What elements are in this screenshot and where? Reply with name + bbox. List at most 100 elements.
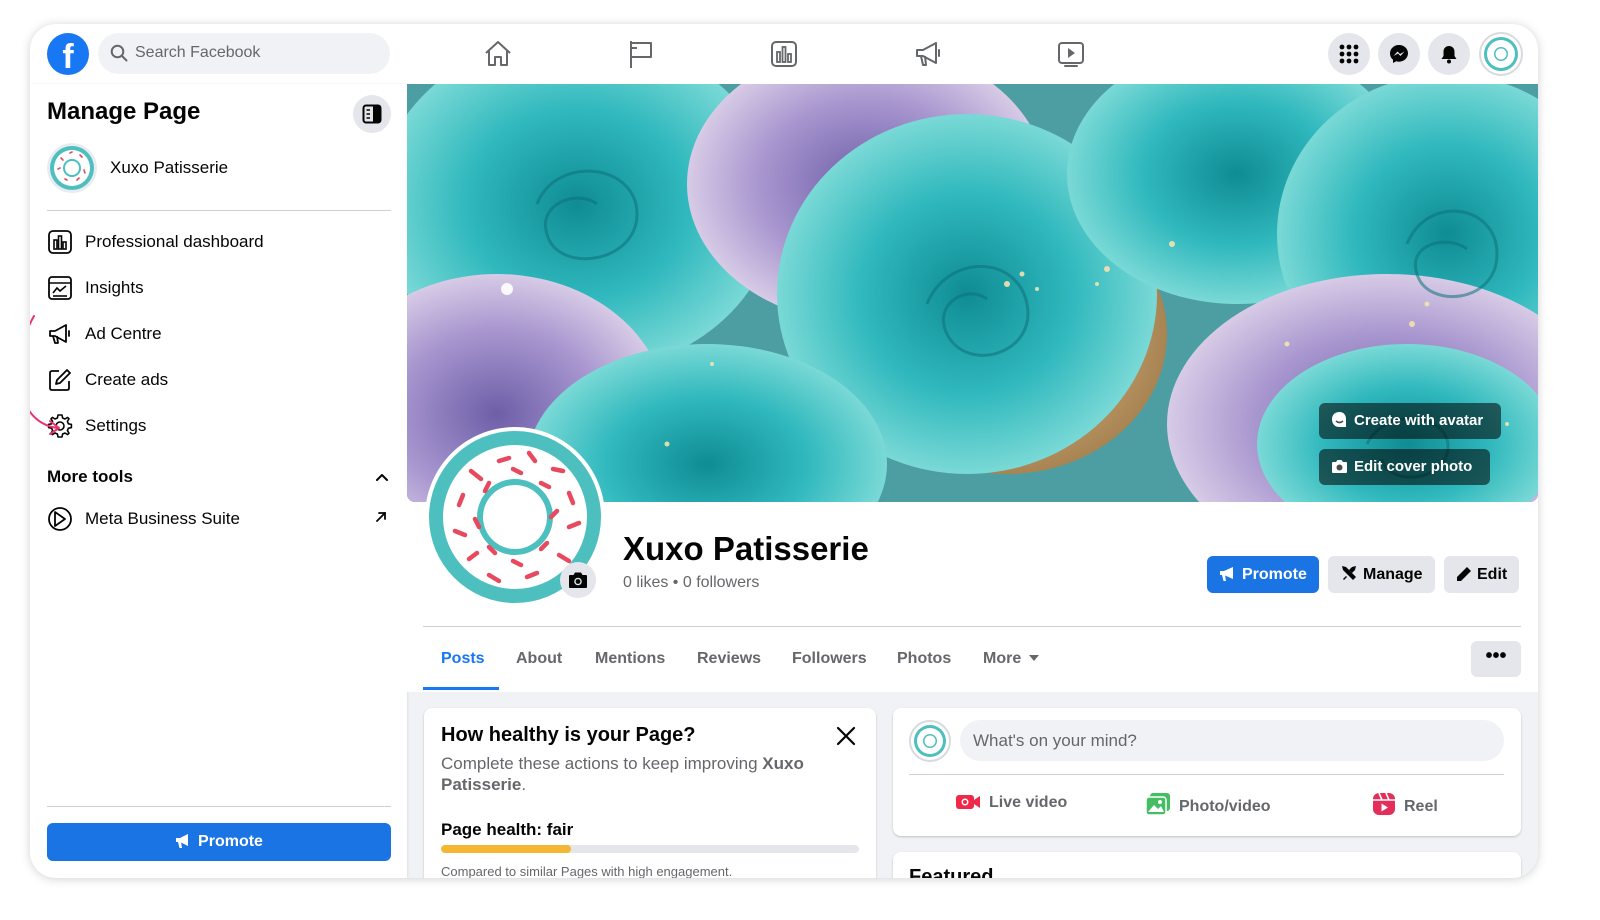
tab-photos[interactable]: Photos: [897, 643, 951, 691]
sidebar-item-create-ads[interactable]: Create ads: [47, 360, 391, 400]
live-video-label: Live video: [989, 794, 1068, 811]
search-bar[interactable]: Search Facebook: [98, 33, 390, 74]
page-health-title: How healthy is your Page?: [441, 724, 696, 746]
meta-business-icon: [48, 507, 72, 531]
messenger-button[interactable]: [1378, 33, 1420, 75]
tab-more[interactable]: More: [983, 643, 1040, 691]
flag-icon[interactable]: [625, 38, 657, 70]
camera-icon: [569, 572, 587, 588]
tab-about[interactable]: About: [516, 643, 562, 691]
sidebar-item-settings[interactable]: Settings: [47, 406, 391, 446]
dashboard-icon[interactable]: [768, 38, 800, 70]
sidebar-item-ad-centre[interactable]: Ad Centre: [47, 314, 391, 354]
sidebar-divider: [47, 806, 391, 807]
edit-cover-photo-label: Edit cover photo: [1354, 458, 1473, 475]
sidebar-item-label: Create ads: [85, 370, 169, 389]
dashboard-icon: [48, 230, 72, 254]
sidebar-item-professional-dashboard[interactable]: Professional dashboard: [47, 222, 391, 262]
sidebar-divider: [47, 210, 391, 211]
post-composer-card: What's on your mind? Live video Photo/vi…: [893, 708, 1521, 836]
home-icon[interactable]: [482, 38, 514, 70]
megaphone-icon: [176, 834, 189, 848]
more-tools-heading: More tools: [47, 467, 133, 486]
sidebar-promote-button[interactable]: Promote: [47, 823, 391, 861]
featured-card: Featured: [893, 852, 1521, 878]
edit-cover-photo-button[interactable]: Edit cover photo: [1319, 449, 1491, 485]
video-icon[interactable]: [1055, 38, 1087, 70]
page-health-desc-end: .: [521, 775, 527, 794]
tab-mentions[interactable]: Mentions: [595, 643, 665, 691]
pencil-icon: [1457, 567, 1471, 581]
megaphone-icon: [1220, 567, 1233, 581]
page-health-progress-fill: [441, 845, 571, 853]
photo-icon: [1145, 793, 1170, 816]
sidebar-page-name: Xuxo Patisserie: [110, 158, 229, 177]
sidebar-page-profile[interactable]: Xuxo Patisserie: [47, 142, 387, 194]
reel-label: Reel: [1404, 798, 1438, 815]
profile-avatar[interactable]: [1479, 32, 1523, 76]
camera-icon: [1332, 460, 1347, 473]
search-placeholder: Search Facebook: [135, 44, 261, 61]
insights-icon: [48, 276, 72, 300]
tab-more-label: More: [983, 650, 1022, 667]
tab-followers[interactable]: Followers: [792, 643, 867, 691]
top-navigation-bar: f Search Facebook: [30, 24, 1538, 84]
page-health-card: How healthy is your Page? Complete these…: [424, 708, 876, 878]
page-avatar: [47, 143, 97, 193]
edit-label: Edit: [1477, 566, 1508, 583]
notifications-button[interactable]: [1428, 33, 1470, 75]
sidebar-item-label: Professional dashboard: [85, 232, 264, 251]
donut-avatar-icon: [1484, 37, 1518, 71]
bell-icon: [1441, 46, 1457, 64]
manage-page-sidebar: Manage Page Xuxo Patisserie Professional…: [30, 84, 407, 878]
sidebar-item-label: Settings: [85, 416, 147, 435]
tab-posts[interactable]: Posts: [441, 643, 485, 691]
tools-icon: [1342, 566, 1356, 580]
create-with-avatar-label: Create with avatar: [1354, 412, 1484, 429]
search-icon: [110, 44, 128, 62]
composer-input[interactable]: What's on your mind?: [960, 720, 1504, 761]
page-title: Xuxo Patisserie: [623, 530, 869, 567]
menu-button[interactable]: [1328, 33, 1370, 75]
edit-button[interactable]: Edit: [1444, 556, 1520, 593]
avatar-icon: [1332, 412, 1346, 427]
promote-button[interactable]: Promote: [1207, 556, 1319, 593]
tabs-divider: [423, 626, 1521, 627]
annotation-arrow-icon: [30, 315, 60, 435]
chevron-up-icon[interactable]: [374, 469, 390, 485]
promote-label: Promote: [1242, 566, 1307, 583]
tab-reviews[interactable]: Reviews: [697, 643, 761, 691]
facebook-logo[interactable]: f: [47, 33, 89, 75]
photo-video-label: Photo/video: [1179, 798, 1271, 815]
sidebar-item-label: Ad Centre: [85, 324, 162, 343]
manage-button[interactable]: Manage: [1328, 556, 1435, 593]
panel-toggle-icon: [362, 104, 382, 124]
sidebar-item-label: Meta Business Suite: [85, 509, 240, 528]
page-health-description: Complete these actions to keep improving…: [441, 753, 841, 795]
sidebar-item-label: Insights: [85, 278, 144, 297]
reel-button[interactable]: Reel: [1372, 792, 1438, 816]
live-video-icon: [956, 795, 980, 809]
live-video-button[interactable]: Live video: [955, 792, 1067, 812]
megaphone-icon[interactable]: [912, 38, 944, 70]
composer-avatar: [909, 720, 951, 762]
sidebar-promote-label: Promote: [198, 833, 263, 850]
messenger-icon: [1390, 45, 1408, 63]
reel-icon: [1373, 792, 1395, 815]
page-health-progress-bar: [441, 845, 859, 853]
page-options-button[interactable]: •••: [1471, 641, 1521, 677]
page-stats: 0 likes • 0 followers: [623, 574, 760, 591]
external-link-icon: [376, 512, 386, 522]
page-health-status: Page health: fair: [441, 820, 574, 839]
update-profile-picture-button[interactable]: [560, 562, 596, 598]
page-health-desc-text: Complete these actions to keep improving: [441, 754, 763, 773]
photo-video-button[interactable]: Photo/video: [1145, 792, 1271, 816]
donut-avatar-icon: [914, 725, 946, 757]
sidebar-item-meta-business-suite[interactable]: Meta Business Suite: [47, 499, 391, 539]
sidebar-title: Manage Page: [47, 98, 201, 125]
create-with-avatar-button[interactable]: Create with avatar: [1319, 403, 1502, 439]
close-icon[interactable]: [834, 724, 858, 748]
sidebar-toggle-button[interactable]: [353, 95, 391, 133]
sidebar-item-insights[interactable]: Insights: [47, 268, 391, 308]
caret-down-icon: [1029, 655, 1040, 661]
